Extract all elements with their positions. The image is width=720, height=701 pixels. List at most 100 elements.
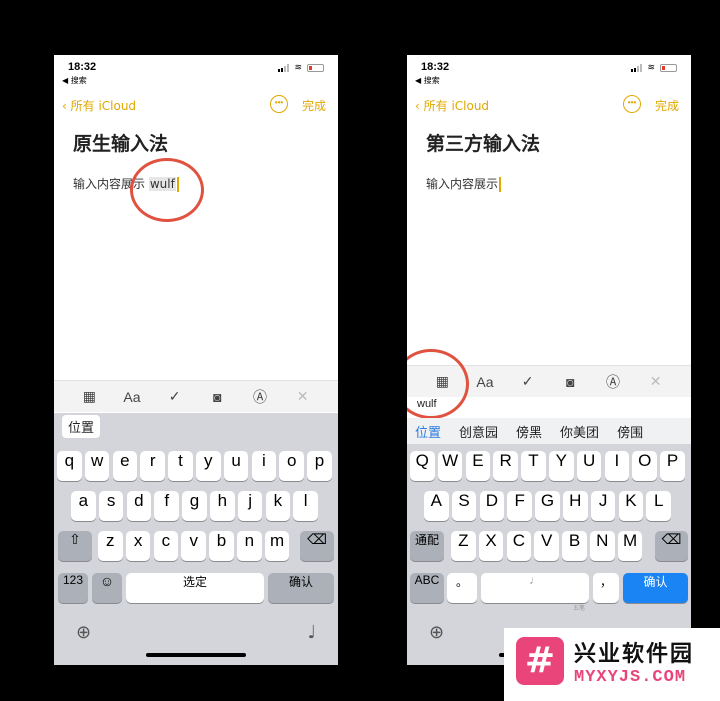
- letter-key[interactable]: S: [451, 491, 477, 521]
- globe-icon[interactable]: ⊕: [429, 622, 444, 643]
- done-button[interactable]: 完成: [302, 97, 326, 114]
- markup-icon[interactable]: Ⓐ: [250, 387, 270, 407]
- camera-icon[interactable]: ◙: [560, 372, 580, 392]
- period-key[interactable]: 。: [447, 573, 477, 603]
- letter-key[interactable]: q: [57, 451, 82, 481]
- format-icon[interactable]: Aa: [475, 372, 495, 392]
- delete-key[interactable]: ⌫: [655, 531, 688, 561]
- letter-key[interactable]: C: [506, 531, 532, 561]
- letter-key[interactable]: v: [181, 531, 206, 561]
- letter-key[interactable]: w: [84, 451, 110, 481]
- delete-key[interactable]: ⌫: [300, 531, 334, 561]
- nav-back-button[interactable]: ‹ 所有 iCloud: [415, 97, 489, 114]
- letter-key[interactable]: Y: [549, 451, 574, 481]
- letter-key[interactable]: c: [153, 531, 179, 561]
- select-key[interactable]: 选定: [126, 573, 264, 603]
- letter-key[interactable]: G: [535, 491, 560, 521]
- letter-key[interactable]: s: [98, 491, 124, 521]
- left-phone-screen: 18:32 ≋ ◀ 搜索 ‹ 所有 iCloud ••• 完成 原生输入法 输入…: [54, 55, 338, 665]
- letter-key[interactable]: W: [437, 451, 463, 481]
- close-icon[interactable]: ✕: [293, 387, 313, 407]
- letter-key[interactable]: m: [264, 531, 290, 561]
- letter-key[interactable]: n: [237, 531, 262, 561]
- abc-key[interactable]: ABC: [410, 573, 444, 603]
- letter-key[interactable]: Q: [410, 451, 435, 481]
- letter-key[interactable]: B: [562, 531, 587, 561]
- letter-key[interactable]: Z: [451, 531, 476, 561]
- letter-key[interactable]: u: [223, 451, 249, 481]
- back-to-app-link[interactable]: ◀ 搜索: [415, 75, 440, 86]
- markup-icon[interactable]: Ⓐ: [603, 372, 623, 392]
- candidate[interactable]: 创意园: [459, 422, 498, 441]
- shift-key[interactable]: ⇧: [58, 531, 92, 561]
- table-icon[interactable]: ▦: [79, 387, 99, 407]
- nav-back-button[interactable]: ‹ 所有 iCloud: [62, 97, 136, 114]
- letter-key[interactable]: h: [210, 491, 235, 521]
- letter-key[interactable]: A: [424, 491, 449, 521]
- format-icon[interactable]: Aa: [122, 387, 142, 407]
- letter-key[interactable]: N: [590, 531, 615, 561]
- letter-key[interactable]: i: [251, 451, 277, 481]
- letter-key[interactable]: k: [265, 491, 291, 521]
- letter-key[interactable]: o: [279, 451, 304, 481]
- letter-key[interactable]: M: [617, 531, 643, 561]
- letter-key[interactable]: P: [660, 451, 685, 481]
- candidate[interactable]: 位置: [415, 422, 441, 441]
- letter-key[interactable]: a: [71, 491, 96, 521]
- letter-key[interactable]: f: [154, 491, 179, 521]
- letter-key[interactable]: D: [479, 491, 505, 521]
- more-icon[interactable]: •••: [623, 95, 641, 113]
- note-body[interactable]: 输入内容展示: [426, 175, 502, 192]
- candidate[interactable]: 傍黑: [516, 422, 542, 441]
- letter-key[interactable]: F: [507, 491, 532, 521]
- checklist-icon[interactable]: ✓: [518, 372, 538, 392]
- letter-key[interactable]: H: [563, 491, 588, 521]
- letter-key[interactable]: p: [307, 451, 332, 481]
- close-icon[interactable]: ✕: [646, 372, 666, 392]
- letter-key[interactable]: r: [140, 451, 165, 481]
- letter-key[interactable]: J: [590, 491, 616, 521]
- done-button[interactable]: 完成: [655, 97, 679, 114]
- letter-key[interactable]: e: [112, 451, 138, 481]
- letter-key[interactable]: V: [534, 531, 559, 561]
- battery-icon: [307, 64, 324, 72]
- letter-key[interactable]: d: [126, 491, 152, 521]
- letter-key[interactable]: l: [293, 491, 318, 521]
- key-row-2: ASDFGHJKL: [407, 491, 691, 521]
- letter-key[interactable]: I: [604, 451, 630, 481]
- numbers-key[interactable]: 123: [58, 573, 88, 603]
- emoji-key[interactable]: ☺: [92, 573, 122, 603]
- comma-key[interactable]: ，: [593, 573, 619, 603]
- letter-key[interactable]: j: [237, 491, 263, 521]
- candidate[interactable]: 傍围: [617, 422, 643, 441]
- letter-key[interactable]: x: [125, 531, 151, 561]
- letter-key[interactable]: z: [98, 531, 123, 561]
- confirm-key[interactable]: 确认: [268, 573, 334, 603]
- confirm-key[interactable]: 确认: [623, 573, 688, 603]
- note-body-text: 输入内容展示: [426, 177, 499, 191]
- candidate[interactable]: 位置: [62, 414, 101, 438]
- letter-key[interactable]: L: [646, 491, 671, 521]
- letter-key[interactable]: y: [196, 451, 221, 481]
- wildcard-key[interactable]: 通配: [410, 531, 444, 561]
- space-key[interactable]: ♩ 五笔: [481, 573, 589, 612]
- letter-key[interactable]: K: [618, 491, 644, 521]
- letter-key[interactable]: g: [182, 491, 207, 521]
- microphone-icon[interactable]: ♩: [308, 622, 317, 643]
- letter-key[interactable]: E: [465, 451, 491, 481]
- letter-key[interactable]: O: [632, 451, 657, 481]
- globe-icon[interactable]: ⊕: [76, 622, 91, 643]
- back-to-app-link[interactable]: ◀ 搜索: [62, 75, 87, 86]
- letter-key[interactable]: T: [521, 451, 546, 481]
- checklist-icon[interactable]: ✓: [165, 387, 185, 407]
- letter-key[interactable]: X: [478, 531, 504, 561]
- letter-key[interactable]: t: [168, 451, 193, 481]
- candidate[interactable]: 你美团: [560, 422, 599, 441]
- letter-key[interactable]: b: [209, 531, 234, 561]
- letter-key[interactable]: U: [576, 451, 602, 481]
- letter-key[interactable]: R: [493, 451, 518, 481]
- camera-icon[interactable]: ◙: [207, 387, 227, 407]
- more-icon[interactable]: •••: [270, 95, 288, 113]
- signal-icon: [278, 64, 290, 72]
- watermark-title: 兴业软件园: [574, 642, 695, 667]
